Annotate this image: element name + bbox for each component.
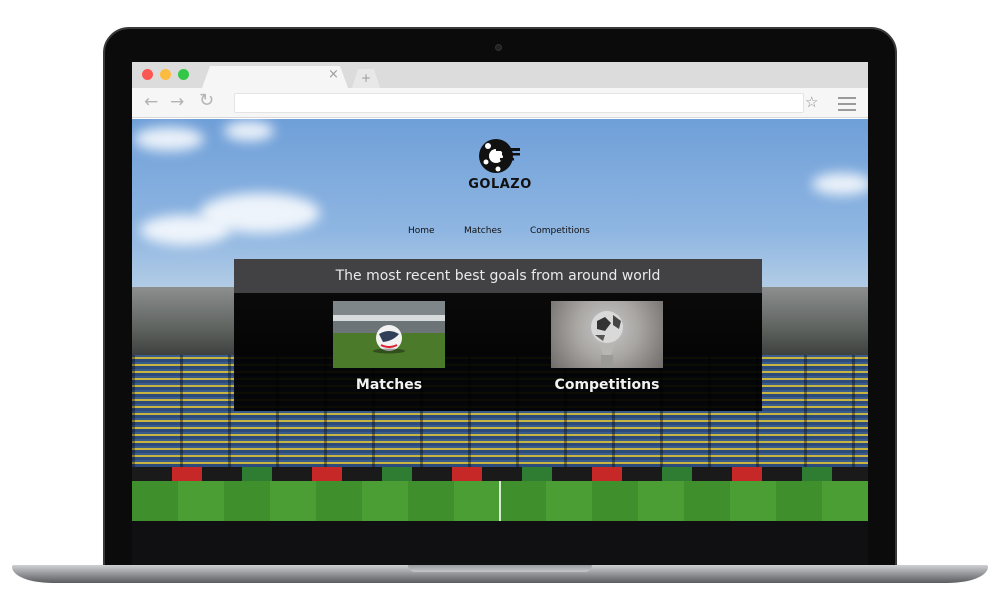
nav-link-matches[interactable]: Matches (464, 226, 502, 236)
new-tab-button[interactable]: + (352, 69, 380, 88)
competitions-card-label[interactable]: Competitions (551, 377, 663, 393)
logo-wordmark: GOLAZO (468, 177, 532, 192)
forward-arrow-icon[interactable]: → (170, 93, 184, 111)
cloud (140, 215, 230, 245)
panel-headline: The most recent best goals from around w… (234, 259, 762, 293)
reload-icon[interactable]: ↻ (199, 92, 214, 110)
cloud (224, 121, 274, 141)
golazo-page: GOLAZO Home Matches Competitions The mos… (132, 119, 868, 521)
window-close-button[interactable] (142, 69, 153, 80)
screen-bottom-bezel (132, 521, 868, 569)
advertising-boards (132, 467, 868, 481)
address-bar[interactable] (234, 93, 804, 113)
webcam (495, 44, 502, 51)
laptop-frame: × + ← → ↻ ☆ GOLAZO Home Matches Competit… (0, 0, 1000, 600)
browser-tab-active[interactable] (202, 66, 348, 88)
nav-link-competitions[interactable]: Competitions (530, 226, 590, 236)
soccer-ball-image[interactable] (333, 301, 445, 368)
back-arrow-icon[interactable]: ← (144, 93, 158, 111)
browser-toolbar: ← → ↻ ☆ (132, 88, 868, 118)
browser-tab-strip: × + (132, 62, 868, 88)
cloud (812, 173, 868, 195)
nav-link-home[interactable]: Home (408, 226, 435, 236)
competitions-card[interactable]: Competitions (551, 301, 663, 393)
matches-card-label[interactable]: Matches (333, 377, 445, 393)
golazo-logo[interactable]: GOLAZO (466, 136, 534, 192)
window-minimize-button[interactable] (160, 69, 171, 80)
matches-card[interactable]: Matches (333, 301, 445, 393)
bookmark-star-icon[interactable]: ☆ (805, 93, 818, 111)
halfway-line (499, 481, 501, 521)
ball-logo-icon (478, 136, 522, 176)
trophy-image[interactable] (551, 301, 663, 368)
featured-panel: The most recent best goals from around w… (234, 259, 762, 411)
tab-close-icon[interactable]: × (328, 67, 339, 83)
laptop-opening-notch (408, 565, 592, 572)
laptop-screen: × + ← → ↻ ☆ GOLAZO Home Matches Competit… (132, 62, 868, 521)
cloud (134, 127, 204, 151)
window-zoom-button[interactable] (178, 69, 189, 80)
hamburger-menu-icon[interactable] (838, 97, 856, 115)
